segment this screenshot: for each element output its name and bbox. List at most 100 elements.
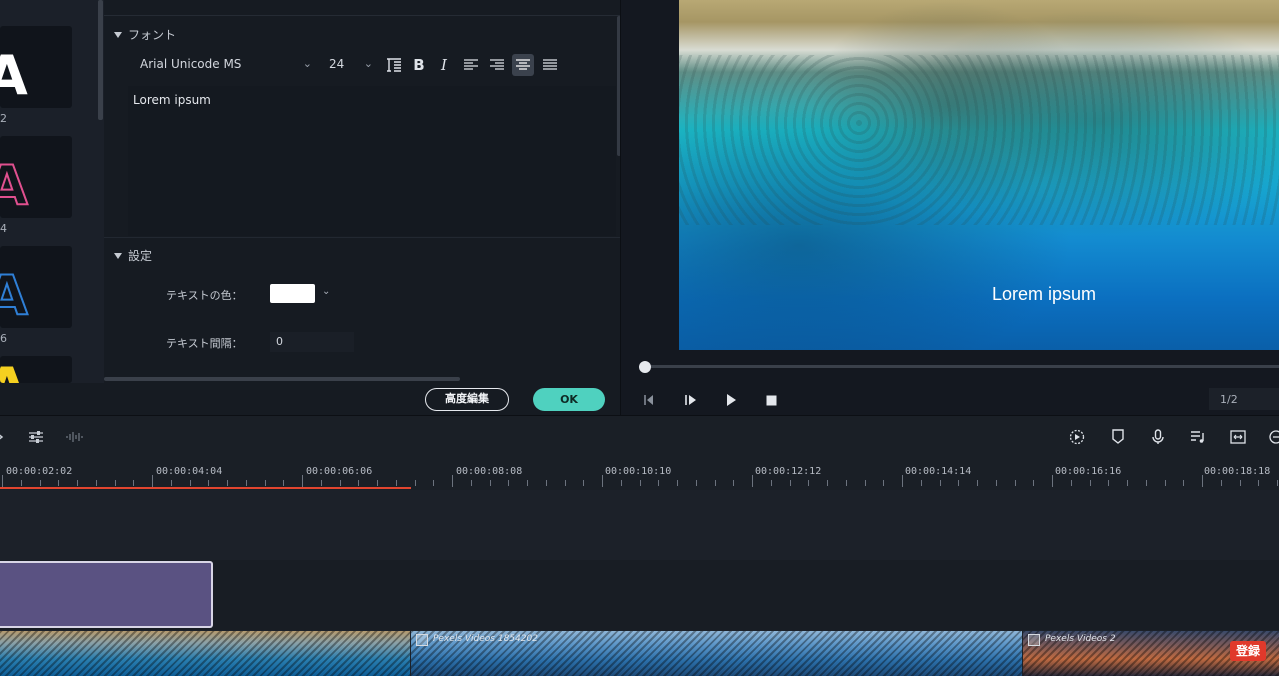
collapse-triangle-icon [114,31,122,38]
preview-progress-track[interactable] [645,365,1279,368]
preset-scrollbar[interactable] [98,0,103,120]
ruler-tick [1071,480,1072,486]
preset-thumb-2[interactable]: A [0,136,72,218]
preset-thumb-4[interactable]: A [0,356,72,383]
ruler-tick [302,475,303,487]
adjust-sliders-icon[interactable] [27,428,45,446]
text-input-area[interactable]: Lorem ipsum [128,86,616,236]
align-left-icon[interactable] [460,54,482,76]
settings-section-title: 設定 [128,249,153,263]
ruler-tick [527,480,528,486]
play-icon[interactable] [722,391,740,409]
font-size-value: 24 [329,57,345,71]
text-spacing-input[interactable]: 0 [270,332,354,352]
chevron-down-icon[interactable]: ⌄ [322,286,330,297]
justify-icon[interactable] [539,54,561,76]
timecode-label: 00:00:04:04 [156,466,223,477]
page-indicator: 1/2 [1209,388,1279,410]
clip-label: Pexels Videos 2 [1045,634,1116,644]
ruler-tick [602,475,603,487]
font-family-value: Arial Unicode MS [140,57,242,71]
font-size-select[interactable]: 24 ⌄ [329,57,373,75]
ruler-tick [1183,480,1184,486]
ruler-tick [433,480,434,486]
microphone-icon[interactable] [1149,428,1167,446]
ruler-tick [1127,480,1128,486]
ruler-tick [40,480,41,486]
settings-section-header[interactable]: 設定 [114,247,152,264]
chevron-right-icon[interactable] [0,428,9,446]
font-family-select[interactable]: Arial Unicode MS ⌄ [140,57,312,75]
ruler-tick [583,480,584,486]
ruler-tick [865,480,866,486]
italic-icon[interactable]: I [433,54,455,76]
timecode-label: 00:00:08:08 [456,466,523,477]
ruler-tick [677,480,678,486]
timecode-label: 00:00:14:14 [905,466,972,477]
align-right-icon[interactable] [486,54,508,76]
preset-number: 2 [0,112,7,125]
ruler-tick [1146,480,1147,486]
ruler-tick [621,480,622,486]
timeline-toolbar [0,415,1279,460]
clip-thumbnail-icon [416,634,428,646]
text-color-label: テキストの色： [166,289,243,302]
font-section-title: フォント [128,28,177,42]
audio-waveform-icon[interactable] [66,428,84,446]
zoom-out-icon[interactable] [1267,428,1279,446]
subscribe-badge[interactable]: 登録 [1230,641,1266,661]
timecode-label: 00:00:02:02 [6,466,73,477]
clip-stripes [0,631,410,676]
ruler-tick [771,480,772,486]
font-section-header[interactable]: フォント [114,26,176,43]
panel-button-bar [0,383,620,415]
title-clip[interactable] [0,561,213,628]
ruler-tick [452,475,453,487]
preview-progress-knob[interactable] [639,361,651,373]
ruler-tick [565,480,566,486]
text-color-swatch[interactable] [270,284,315,303]
fit-timeline-icon[interactable] [1229,428,1247,446]
stop-icon[interactable] [762,391,780,409]
clip-label: Pexels Videos 1854202 [433,634,538,644]
ok-button[interactable]: OK [533,388,605,411]
video-clip[interactable]: Pexels Videos 1854202 [411,631,1022,676]
ruler-tick [958,480,959,486]
ruler-tick [902,475,903,487]
ruler-tick [115,480,116,486]
played-range-bar [0,487,411,489]
ruler-tick [827,480,828,486]
ruler-tick [1033,480,1034,486]
line-spacing-icon[interactable] [383,54,405,76]
ruler-tick [977,480,978,486]
timecode-label: 00:00:16:16 [1055,466,1122,477]
advanced-edit-button[interactable]: 高度編集 [425,388,509,411]
ruler-tick [340,480,341,486]
ruler-tick [546,480,547,486]
ruler-tick [940,480,941,486]
preset-thumb-1[interactable]: A [0,26,72,108]
ruler-tick [1108,480,1109,486]
marker-shield-icon[interactable] [1109,428,1127,446]
horizontal-scrollbar[interactable] [104,377,460,381]
bold-icon[interactable]: B [408,54,430,76]
video-clip[interactable] [0,631,410,676]
ruler-tick [152,475,153,487]
ruler-tick [790,480,791,486]
ruler-tick [58,480,59,486]
ruler-tick [658,480,659,486]
preset-thumb-3[interactable]: A [0,246,72,328]
align-center-icon[interactable] [512,54,534,76]
audio-list-icon[interactable] [1189,428,1207,446]
ruler-tick [358,480,359,486]
previous-frame-icon[interactable] [641,391,659,409]
ruler-tick [1221,480,1222,486]
ruler-tick [396,480,397,486]
ruler-tick [846,480,847,486]
ruler-tick [208,480,209,486]
ruler-tick [752,475,753,487]
text-content: Lorem ipsum [133,93,211,107]
next-frame-icon[interactable] [682,391,700,409]
ruler-tick [77,480,78,486]
render-preview-icon[interactable] [1068,428,1086,446]
